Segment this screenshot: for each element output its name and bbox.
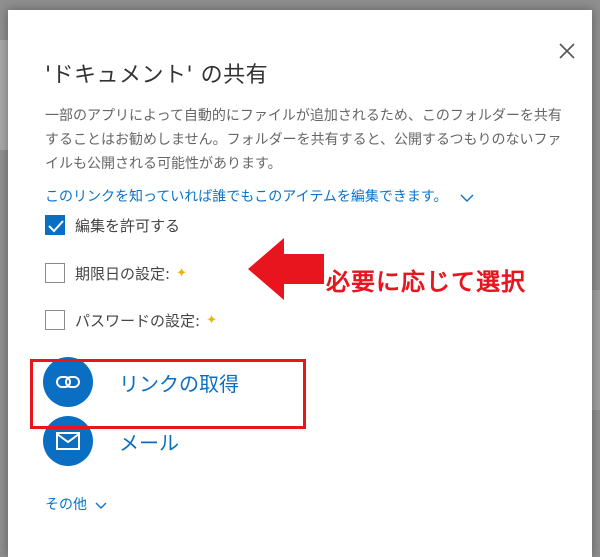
arrow-left-icon <box>246 236 326 306</box>
more-options-link[interactable]: その他 <box>45 494 107 514</box>
password-label: パスワードの設定: <box>75 311 201 330</box>
link-permission-label: このリンクを知っていれば誰でもこのアイテムを編集できます。 <box>45 189 448 205</box>
password-checkbox[interactable] <box>45 310 65 330</box>
allow-edit-checkbox[interactable] <box>45 215 65 235</box>
close-button[interactable] <box>556 40 578 62</box>
link-permission-dropdown[interactable]: このリンクを知っていれば誰でもこのアイテムを編集できます。 <box>45 186 474 207</box>
mail-label: メール <box>119 430 179 455</box>
close-icon <box>559 43 575 59</box>
allow-edit-option[interactable]: 編集を許可する <box>45 213 180 237</box>
checkmark-icon <box>48 220 64 233</box>
share-dialog: 'ドキュメント' の共有 一部のアプリによって自動的にファイルが追加されるため、… <box>8 10 592 557</box>
expiry-date-checkbox[interactable] <box>45 263 65 283</box>
chevron-down-icon <box>460 191 474 207</box>
expiry-date-label: 期限日の設定: <box>75 264 171 283</box>
chevron-down-icon <box>95 498 107 514</box>
premium-star-icon: ✦ <box>206 312 217 328</box>
allow-edit-label: 編集を許可する <box>75 216 181 235</box>
dialog-description: 一部のアプリによって自動的にファイルが追加されるため、このフォルダーを共有するこ… <box>45 108 562 172</box>
password-option[interactable]: パスワードの設定: ✦ <box>45 308 217 332</box>
annotation-note: 必要に応じて選択 <box>326 268 526 296</box>
premium-star-icon: ✦ <box>176 265 187 281</box>
dialog-title: 'ドキュメント' の共有 <box>45 63 269 88</box>
background-panel-left <box>0 40 8 150</box>
more-options-label: その他 <box>45 497 87 513</box>
get-link-highlight-box <box>30 359 306 429</box>
expiry-date-option[interactable]: 期限日の設定: ✦ <box>45 261 187 285</box>
mail-icon <box>56 432 80 450</box>
